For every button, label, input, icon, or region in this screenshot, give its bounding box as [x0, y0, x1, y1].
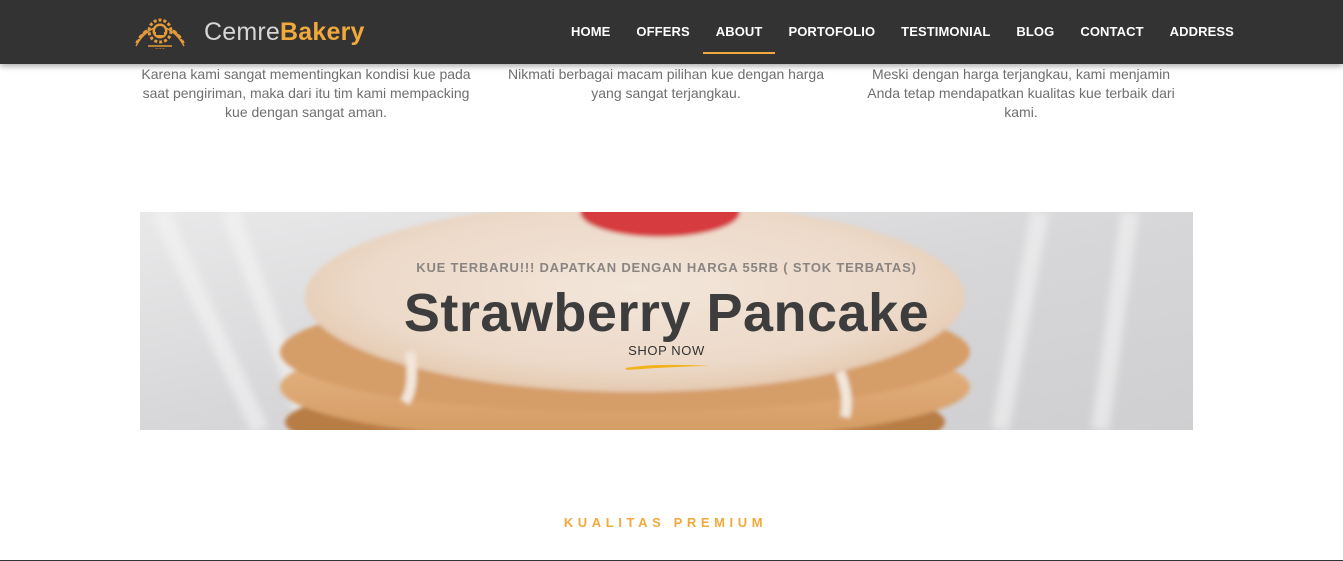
section-title: KUALITAS PREMIUM	[563, 515, 768, 530]
nav-home[interactable]: HOME	[558, 0, 623, 64]
feature-price-text: Nikmati berbagai macam pilihan kue denga…	[508, 66, 824, 101]
nav-about[interactable]: ABOUT	[702, 0, 776, 64]
nav-contact[interactable]: CONTACT	[1067, 0, 1156, 64]
brand-name: CemreBakery	[204, 17, 365, 46]
svg-text:~~~: ~~~	[155, 46, 165, 51]
brand[interactable]: ~~~ CemreBakery	[130, 10, 365, 54]
brand-name-bold: Bakery	[280, 17, 365, 46]
main-menu: HOME OFFERS ABOUT PORTOFOLIO TESTIMONIAL…	[558, 0, 1247, 64]
brush-underline-icon	[625, 364, 711, 370]
banner-title: Strawberry Pancake	[403, 283, 930, 343]
nav-blog[interactable]: BLOG	[1003, 0, 1067, 64]
brand-name-light: Cemre	[204, 17, 281, 46]
feature-quality-text: Meski dengan harga terjangkau, kami menj…	[867, 66, 1175, 120]
shop-now-link[interactable]: SHOP NOW	[610, 343, 723, 358]
top-navbar: ~~~ CemreBakery HOME OFFERS ABOUT PORTOF…	[0, 0, 1343, 64]
bakery-logo-icon: ~~~	[135, 18, 185, 51]
features-section: Karena kami sangat mementingkan kondisi …	[0, 64, 1343, 144]
banner-subtitle: KUE TERBARU!!! DAPATKAN DENGAN HARGA 55R…	[416, 260, 917, 275]
nav-portofolio[interactable]: PORTOFOLIO	[775, 0, 888, 64]
nav-testimonial[interactable]: TESTIMONIAL	[888, 0, 1003, 64]
feature-packing-text: Karena kami sangat mementingkan kondisi …	[141, 66, 471, 120]
nav-address[interactable]: ADDRESS	[1157, 0, 1247, 64]
nav-offers[interactable]: OFFERS	[623, 0, 702, 64]
promo-banner: KUE TERBARU!!! DAPATKAN DENGAN HARGA 55R…	[140, 212, 1193, 430]
